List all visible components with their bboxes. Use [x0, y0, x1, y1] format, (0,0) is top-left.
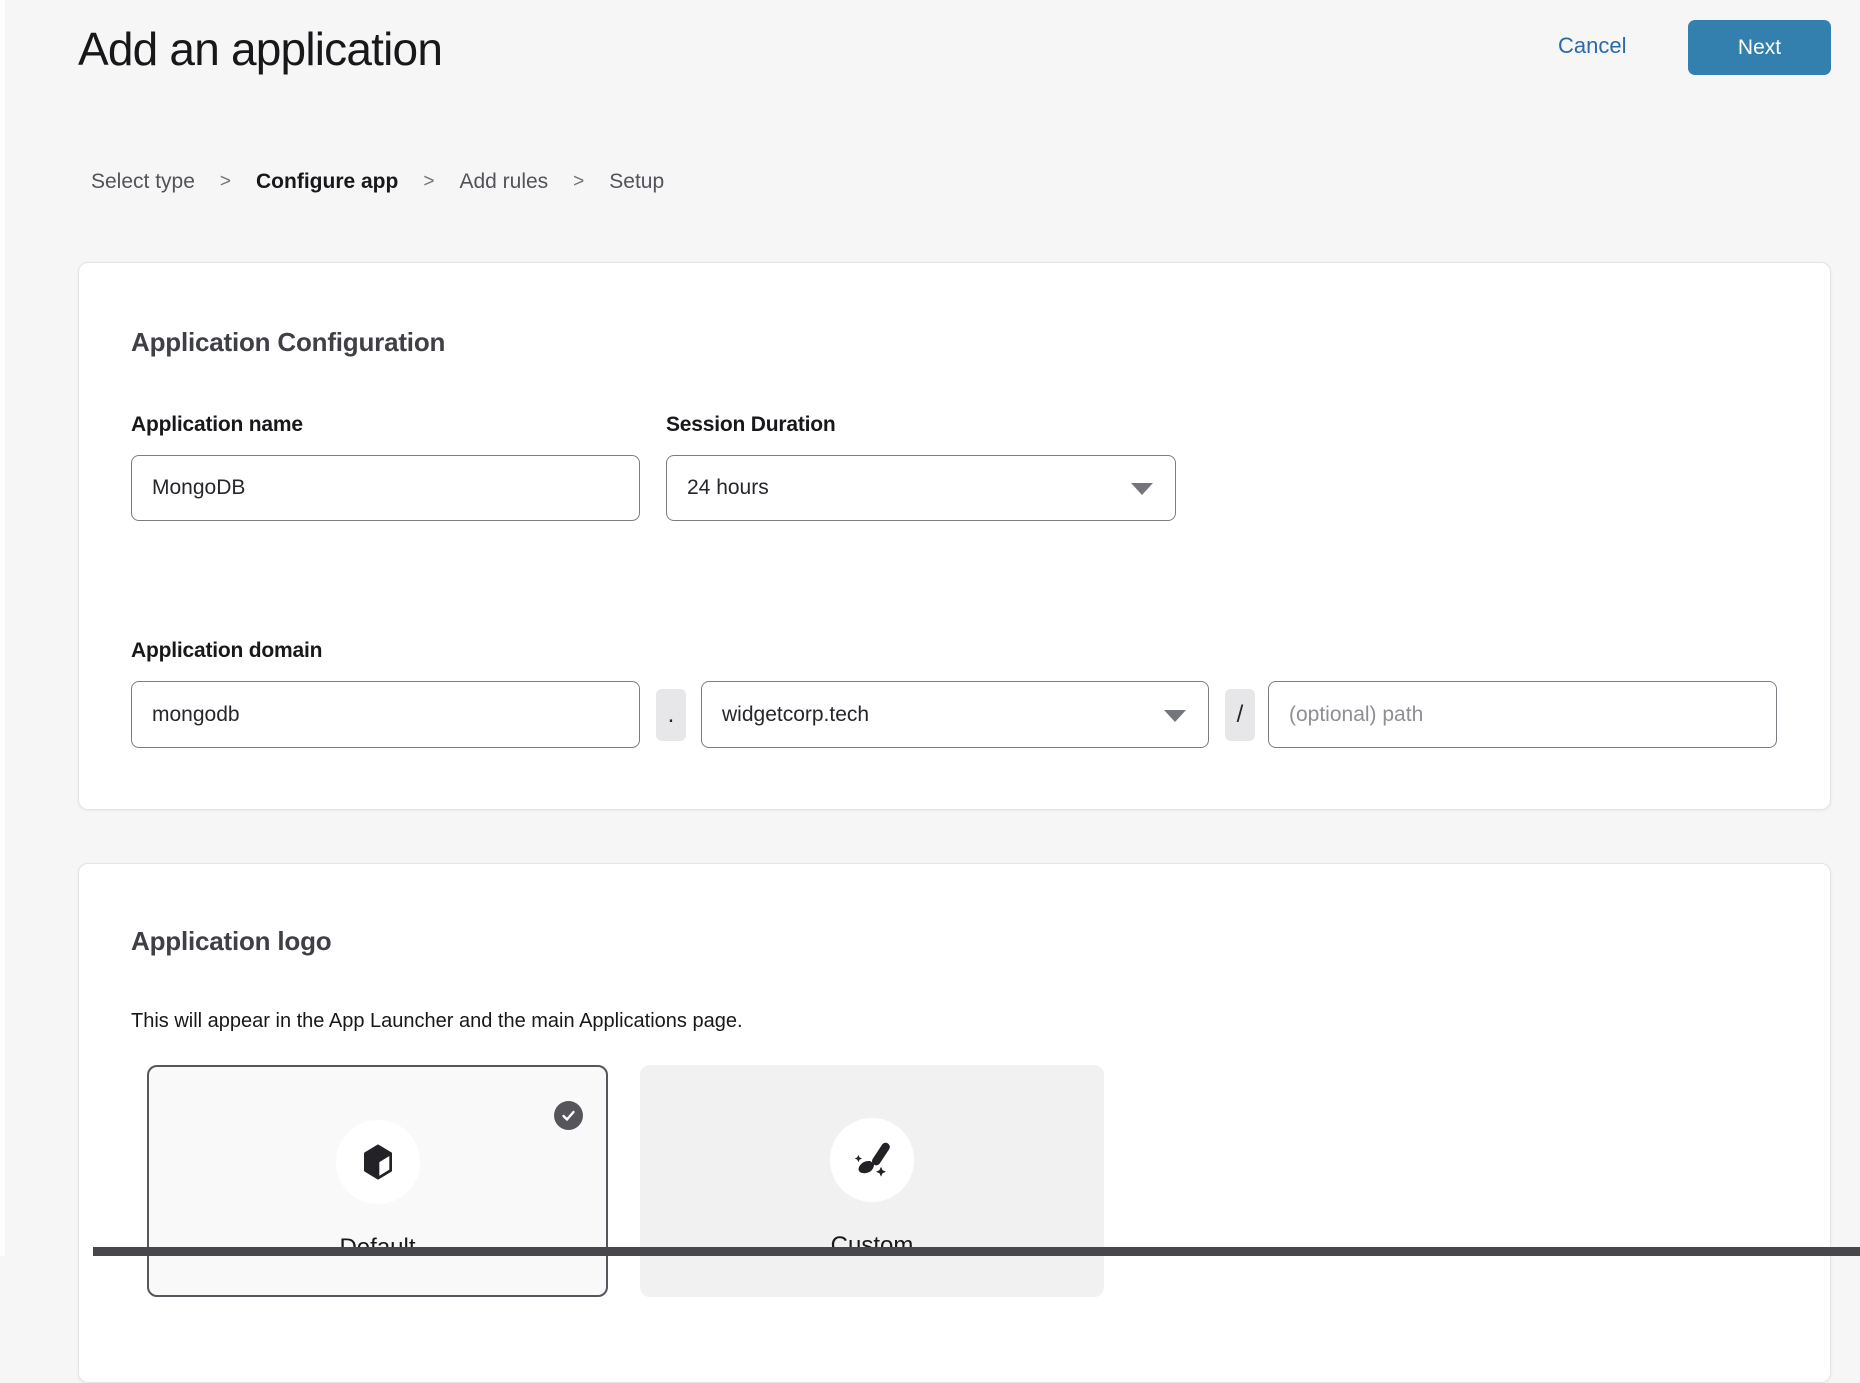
subdomain-input[interactable] [131, 681, 640, 748]
step-separator-icon: > [573, 171, 584, 193]
step-select-type[interactable]: Select type [91, 170, 195, 194]
application-domain-label: Application domain [131, 639, 322, 663]
domain-value: widgetcorp.tech [722, 703, 869, 727]
chevron-down-icon [1131, 483, 1153, 495]
bottom-window-edge [93, 1247, 1860, 1256]
session-duration-select[interactable]: 24 hours [666, 455, 1176, 521]
session-duration-value: 24 hours [687, 476, 769, 500]
step-separator-icon: > [220, 171, 231, 193]
application-logo-heading: Application logo [131, 926, 331, 957]
application-configuration-card: Application Configuration Application na… [78, 262, 1831, 810]
left-edge-strip [0, 0, 5, 1256]
check-icon [554, 1101, 583, 1130]
wizard-steps: Select type > Configure app > Add rules … [91, 170, 664, 194]
next-button[interactable]: Next [1688, 20, 1831, 75]
dot-separator: . [656, 689, 686, 741]
domain-select[interactable]: widgetcorp.tech [701, 681, 1209, 748]
application-configuration-heading: Application Configuration [131, 327, 445, 358]
page-title: Add an application [78, 22, 442, 76]
application-name-label: Application name [131, 413, 303, 437]
application-logo-card: Application logo This will appear in the… [78, 863, 1831, 1383]
logo-option-default[interactable]: Default [147, 1065, 608, 1297]
slash-separator: / [1225, 689, 1255, 741]
step-configure-app[interactable]: Configure app [256, 170, 398, 194]
path-input[interactable] [1268, 681, 1777, 748]
default-logo-circle [336, 1120, 420, 1204]
logo-option-custom[interactable]: Custom [640, 1065, 1104, 1297]
application-logo-description: This will appear in the App Launcher and… [131, 1010, 743, 1033]
step-separator-icon: > [423, 171, 434, 193]
cube-icon [355, 1139, 401, 1185]
paintbrush-icon [849, 1137, 895, 1183]
chevron-down-icon [1164, 710, 1186, 722]
session-duration-label: Session Duration [666, 413, 836, 437]
step-add-rules[interactable]: Add rules [459, 170, 548, 194]
step-setup[interactable]: Setup [609, 170, 664, 194]
application-name-input[interactable] [131, 455, 640, 521]
cancel-button[interactable]: Cancel [1558, 33, 1626, 59]
custom-logo-circle [830, 1118, 914, 1202]
